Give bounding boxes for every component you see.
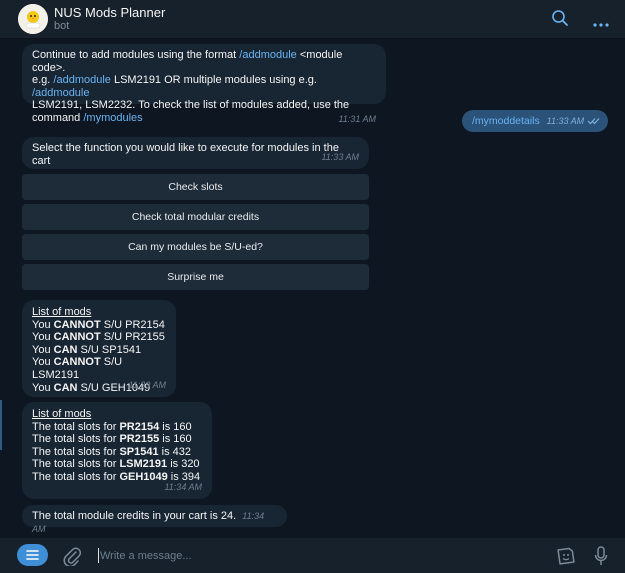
message-time: 11:33 AM [546, 116, 585, 126]
command-link[interactable]: /addmodule [53, 74, 111, 86]
list-row: The total slots for PR2154 is 160 [32, 420, 192, 433]
message-bubble: List of mods You CANNOT S/U PR2154 You C… [22, 300, 176, 397]
more-icon[interactable] [593, 15, 609, 33]
inline-button-su-check[interactable]: Can my modules be S/U-ed? [22, 234, 369, 260]
message-composer: Write a message... [0, 538, 625, 573]
command-link[interactable]: /addmodule [32, 87, 90, 99]
list-row: You CANNOT S/U PR2155 [32, 331, 165, 344]
message-time: 11:34 AM [164, 482, 202, 493]
message-bubble: Continue to add modules using the format… [22, 44, 386, 124]
list-row: The total slots for LSM2191 is 320 [32, 458, 200, 471]
avatar-image [18, 4, 48, 34]
message-text: Continue to add modules using the format [32, 49, 240, 61]
message-text: The total module credits in your cart is… [32, 510, 237, 522]
message-text: LSM2191, LSM2232. To check the list of m… [32, 99, 350, 112]
list-heading: List of mods [32, 306, 92, 318]
message-text: LSM2191 OR multiple modules using e.g. [110, 74, 317, 87]
message-line: e.g. /addmodule LSM2191 OR multiple modu… [32, 74, 376, 99]
inline-button-check-slots[interactable]: Check slots [22, 174, 369, 200]
chat-header: NUS Mods Planner bot [0, 0, 625, 39]
list-row: The total slots for PR2155 is 160 [32, 433, 192, 446]
outgoing-message: /mymoddetails 11:33 AM [462, 110, 608, 132]
command-link[interactable]: /mymodules [83, 112, 142, 124]
list-row: You CAN S/U SP1541 [32, 343, 142, 356]
paperclip-icon[interactable] [63, 546, 82, 571]
message-text: e.g. [32, 74, 54, 87]
list-row: You CANNOT S/U LSM2191 [32, 356, 123, 381]
chat-subtitle: bot [54, 20, 70, 32]
menu-icon[interactable] [17, 544, 48, 566]
microphone-icon[interactable] [594, 546, 608, 571]
message-bubble: List of mods The total slots for PR2154 … [22, 402, 212, 499]
selection-indicator [0, 400, 2, 450]
text-caret [98, 548, 99, 563]
message-text: command [32, 111, 84, 124]
chat-title[interactable]: NUS Mods Planner [54, 5, 165, 20]
message-time: 11:33 AM [321, 152, 359, 163]
message-time: 11:33 AM [128, 380, 166, 391]
search-icon[interactable] [551, 9, 569, 32]
message-bubble: Select the function you would like to ex… [22, 137, 369, 169]
message-bubble: The total module credits in your cart is… [22, 505, 287, 534]
inline-button-surprise[interactable]: Surprise me [22, 264, 369, 290]
message-text: Select the function you would like to ex… [32, 142, 339, 167]
list-row: You CANNOT S/U PR2154 [32, 318, 165, 331]
message-input[interactable]: Write a message... [100, 550, 192, 562]
message-line: Continue to add modules using the format… [32, 49, 376, 74]
command-link[interactable]: /mymoddetails [472, 115, 540, 127]
bot-avatar[interactable] [18, 4, 48, 34]
read-receipt-icon [587, 118, 600, 125]
list-row: The total slots for SP1541 is 432 [32, 445, 192, 458]
command-link[interactable]: /addmodule [239, 49, 297, 61]
inline-button-check-credits[interactable]: Check total modular credits [22, 204, 369, 230]
message-line: command /mymodules 11:31 AM [32, 112, 376, 125]
message-time: 11:31 AM [338, 113, 376, 124]
list-heading: List of mods [32, 408, 92, 420]
sticker-icon[interactable] [556, 546, 576, 571]
